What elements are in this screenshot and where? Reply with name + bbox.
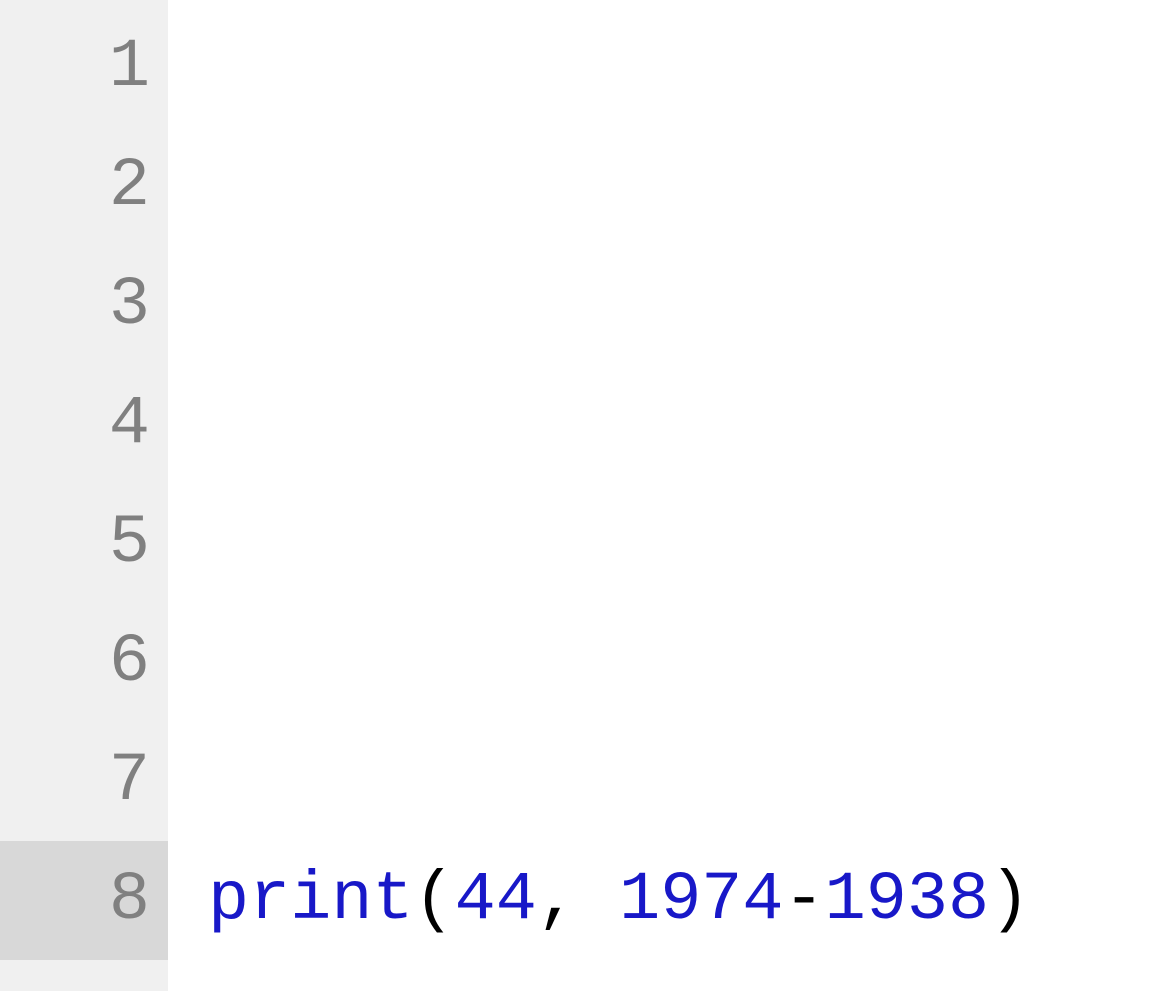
token-number: 1938 — [825, 841, 989, 960]
token-comma: , — [537, 841, 578, 960]
line-number[interactable]: 1 — [0, 8, 168, 127]
line-number[interactable]: 6 — [0, 603, 168, 722]
token-number: 44 — [455, 841, 537, 960]
line-number-active[interactable]: 8 — [0, 841, 168, 960]
token-number: 1974 — [619, 841, 783, 960]
token-paren-open: ( — [414, 841, 455, 960]
token-space — [578, 841, 619, 960]
line-number[interactable]: 2 — [0, 127, 168, 246]
code-line[interactable] — [208, 365, 1172, 484]
line-number-gutter: 1 2 3 4 5 6 7 8 — [0, 0, 168, 991]
code-editor: 1 2 3 4 5 6 7 8 print(44, 1974-1938) pri… — [0, 0, 1172, 991]
code-text-area[interactable]: print(44, 1974-1938) print(64, 2001-1973… — [168, 0, 1172, 991]
line-number[interactable]: 7 — [0, 722, 168, 841]
line-number[interactable]: 3 — [0, 246, 168, 365]
line-number[interactable]: 5 — [0, 484, 168, 603]
line-number[interactable]: 4 — [0, 365, 168, 484]
token-minus: - — [784, 841, 825, 960]
token-function: print — [208, 841, 414, 960]
token-paren-close: ) — [989, 841, 1030, 960]
code-line[interactable]: print(44, 1974-1938) — [208, 841, 1172, 960]
